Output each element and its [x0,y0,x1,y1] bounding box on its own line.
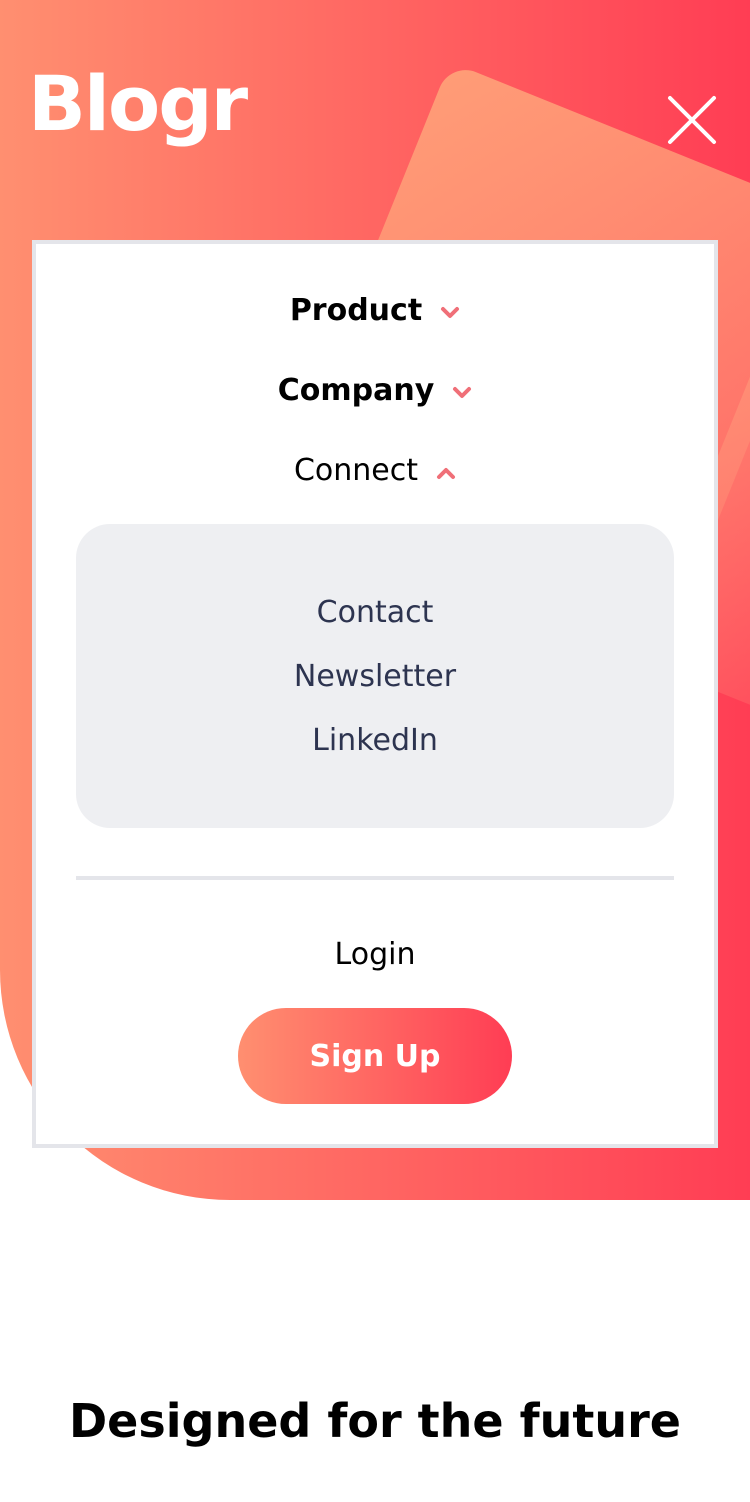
close-menu-button[interactable] [664,92,720,148]
chevron-down-icon [452,376,472,406]
page: Blogr Product Company Connect Contact Ne… [0,0,750,1502]
mobile-menu: Product Company Connect Contact Newslett… [32,240,718,1148]
signup-button[interactable]: Sign Up [238,1008,512,1104]
submenu-item-newsletter[interactable]: Newsletter [76,662,674,692]
divider [76,876,674,880]
nav-item-label: Company [277,373,435,408]
logo[interactable]: Blogr [28,66,248,142]
chevron-down-icon [440,296,460,326]
nav-item-product[interactable]: Product [36,296,714,326]
close-icon [668,96,716,144]
connect-submenu: Contact Newsletter LinkedIn [76,524,674,828]
submenu-item-contact[interactable]: Contact [76,598,674,628]
page-headline: Designed for the future [69,1394,681,1448]
nav-item-label: Product [289,293,423,328]
login-link[interactable]: Login [36,940,714,970]
nav-item-label: Connect [293,453,419,488]
nav-item-connect[interactable]: Connect [36,456,714,486]
submenu-item-linkedin[interactable]: LinkedIn [76,726,674,756]
nav-item-company[interactable]: Company [36,376,714,406]
chevron-up-icon [436,456,456,486]
